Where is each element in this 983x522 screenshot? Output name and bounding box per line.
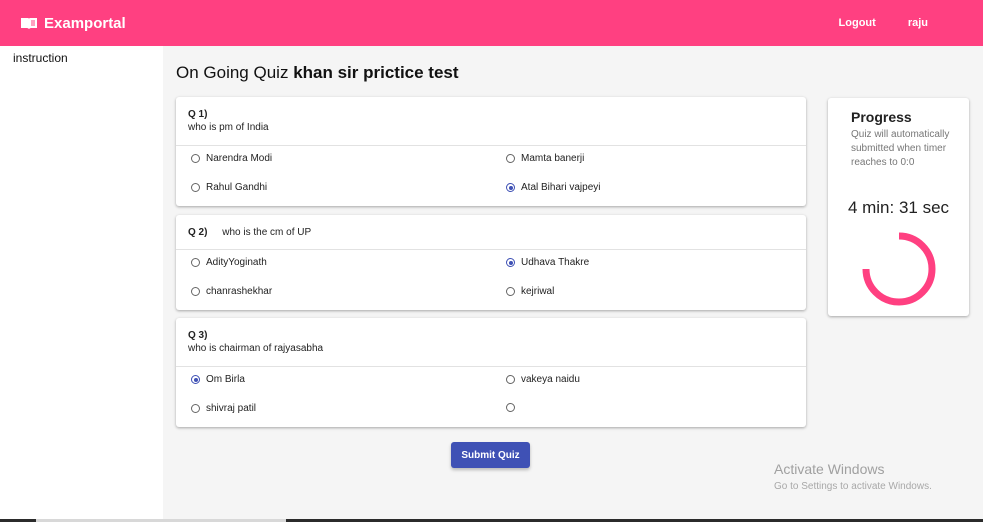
option-label: shivraj patil [206,403,257,414]
progress-note: Quiz will automatically submitted when t… [851,129,950,168]
radio-button[interactable] [506,183,515,192]
option-label: Atal Bihari vajpeyi [521,182,601,193]
divider [176,249,806,250]
question-card-1: Q 1) who is pm of India Narendra Modi Ma… [176,97,806,206]
progress-spinner-arc [862,232,936,306]
question-header: Q 1) who is pm of India [176,97,806,133]
question-header: Q 3) who is chairman of rajyasabha [176,318,806,354]
option-radio[interactable] [506,403,521,412]
user-name-link[interactable]: raju [908,17,928,29]
page-title: On Going Quiz khan sir prictice test [176,63,459,83]
option-label: vakeya naidu [521,374,580,385]
logout-button[interactable]: Logout [839,17,876,29]
radio-button[interactable] [191,258,200,267]
sidebar-item-instruction[interactable]: instruction [13,51,68,65]
progress-card: Progress Quiz will automatically submitt… [828,98,969,316]
sidebar: instruction [0,46,163,520]
progress-title: Progress [851,109,912,125]
option-radio[interactable]: kejriwal [506,286,554,297]
question-number: Q 1) [188,109,208,120]
question-header: Q 2) who is the cm of UP [176,215,806,238]
option-radio[interactable]: Udhava Thakre [506,257,589,268]
option-label: Udhava Thakre [521,257,590,268]
option-label: chanrashekhar [206,286,273,297]
radio-button[interactable] [191,287,200,296]
divider [176,145,806,146]
question-number: Q 2) [188,227,208,238]
option-radio[interactable]: AdityYoginath [191,257,267,268]
activate-windows-title: Activate Windows [774,461,885,477]
option-radio[interactable]: Rahul Gandhi [191,182,267,193]
question-text: who is pm of India [188,122,269,133]
option-radio[interactable]: Atal Bihari vajpeyi [506,182,600,193]
submit-quiz-button[interactable]: Submit Quiz [451,442,530,468]
timer-readout: 4 min: 31 sec [847,198,950,217]
radio-button[interactable] [506,287,515,296]
option-label: Rahul Gandhi [206,182,268,193]
radio-button[interactable] [191,154,200,163]
option-radio[interactable]: Om Birla [191,374,245,385]
radio-button[interactable] [506,375,515,384]
radio-button[interactable] [506,403,515,412]
option-label: Mamta banerji [521,153,585,164]
progress-spinner [862,232,936,306]
question-text: who is the cm of UP [222,227,312,238]
brand-name: Examportal [44,14,126,32]
question-number: Q 3) [188,330,208,341]
page-title-prefix: On Going Quiz [176,63,289,82]
quiz-name: khan sir prictice test [293,63,459,82]
divider [176,366,806,367]
radio-button[interactable] [506,154,515,163]
top-navbar: Examportal Logout raju [0,0,983,46]
question-card-3: Q 3) who is chairman of rajyasabha Om Bi… [176,318,806,427]
brand[interactable]: Examportal [20,15,126,32]
navbar-actions: Logout raju [839,0,983,46]
option-radio[interactable]: Narendra Modi [191,153,272,164]
option-radio[interactable]: vakeya naidu [506,374,580,385]
option-label: Om Birla [206,374,245,385]
radio-button[interactable] [191,375,200,384]
question-card-2: Q 2) who is the cm of UP AdityYoginath U… [176,215,806,310]
option-radio[interactable]: Mamta banerji [506,153,584,164]
option-radio[interactable]: shivraj patil [191,403,256,414]
option-label: AdityYoginath [206,257,267,268]
book-icon [21,18,37,29]
option-radio[interactable]: chanrashekhar [191,286,272,297]
option-label: kejriwal [521,286,555,297]
radio-button[interactable] [506,258,515,267]
activate-windows-subtitle: Go to Settings to activate Windows. [774,481,932,492]
question-text: who is chairman of rajyasabha [188,343,324,354]
radio-button[interactable] [191,183,200,192]
radio-button[interactable] [191,404,200,413]
option-label: Narendra Modi [206,153,273,164]
